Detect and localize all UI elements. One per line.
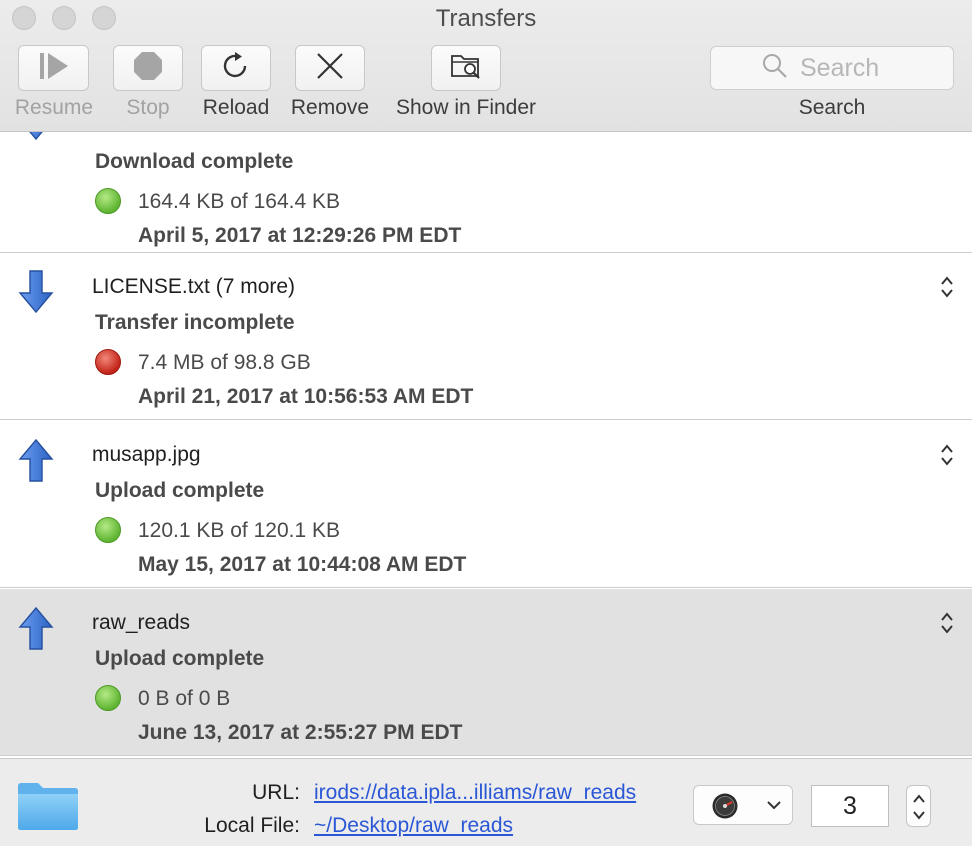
transfer-name: musapp.jpg bbox=[92, 443, 201, 466]
chevron-down-icon bbox=[766, 798, 782, 817]
search-field[interactable] bbox=[710, 46, 954, 90]
reload-label: Reload bbox=[202, 96, 270, 119]
arrow-up-icon bbox=[17, 605, 55, 651]
status-complete-indicator bbox=[95, 685, 121, 711]
transfer-size: 120.1 KB of 120.1 KB bbox=[138, 519, 340, 542]
local-file-label: Local File: bbox=[204, 814, 300, 837]
bandwidth-popup-button[interactable] bbox=[693, 785, 793, 825]
resume-label: Resume bbox=[14, 96, 94, 119]
transfer-size: 164.4 KB of 164.4 KB bbox=[138, 190, 340, 213]
arrow-down-icon bbox=[17, 132, 55, 142]
transfer-list[interactable]: Download complete 164.4 KB of 164.4 KB A… bbox=[0, 132, 972, 758]
speedometer-icon bbox=[711, 792, 739, 825]
transfer-size: 7.4 MB of 98.8 GB bbox=[138, 351, 311, 374]
up-down-chevron-icon[interactable] bbox=[938, 442, 956, 468]
reload-icon bbox=[220, 50, 252, 87]
resume-icon bbox=[37, 51, 71, 86]
show-in-finder-button[interactable] bbox=[431, 45, 501, 91]
remove-button[interactable] bbox=[295, 45, 365, 91]
transfer-row[interactable]: musapp.jpg Upload complete 120.1 KB of 1… bbox=[0, 421, 972, 588]
connections-count-stepper[interactable] bbox=[906, 785, 931, 827]
folder-icon bbox=[16, 780, 80, 837]
transfer-date: May 15, 2017 at 10:44:08 AM EDT bbox=[138, 553, 467, 576]
window-toolbar: Transfers Resume Stop Reload Remove Show… bbox=[0, 0, 972, 132]
transfer-status: Download complete bbox=[95, 150, 294, 173]
transfer-status: Upload complete bbox=[95, 479, 265, 502]
remove-label: Remove bbox=[290, 96, 370, 119]
connections-count-field[interactable]: 3 bbox=[811, 785, 889, 827]
window-title: Transfers bbox=[435, 5, 537, 32]
stop-icon bbox=[132, 50, 164, 87]
arrow-up-icon bbox=[17, 437, 55, 483]
status-complete-indicator bbox=[95, 188, 121, 214]
status-complete-indicator bbox=[95, 517, 121, 543]
up-down-chevron-icon[interactable] bbox=[938, 610, 956, 636]
up-down-chevron-icon bbox=[910, 792, 928, 827]
status-incomplete-indicator bbox=[95, 349, 121, 375]
transfer-status: Upload complete bbox=[95, 647, 265, 670]
search-input[interactable] bbox=[798, 52, 902, 84]
stop-button[interactable] bbox=[113, 45, 183, 91]
resume-button[interactable] bbox=[18, 45, 89, 91]
url-link[interactable]: irods://data.ipla...illiams/raw_reads bbox=[314, 781, 636, 805]
close-icon bbox=[314, 50, 346, 87]
transfer-name: LICENSE.txt (7 more) bbox=[92, 275, 296, 298]
transfer-date: April 5, 2017 at 12:29:26 PM EDT bbox=[138, 224, 462, 247]
transfer-row[interactable]: Download complete 164.4 KB of 164.4 KB A… bbox=[0, 132, 972, 253]
search-icon bbox=[762, 53, 788, 84]
arrow-down-icon bbox=[17, 269, 55, 315]
reload-button[interactable] bbox=[201, 45, 271, 91]
local-file-link[interactable]: ~/Desktop/raw_reads bbox=[314, 814, 513, 838]
transfer-status: Transfer incomplete bbox=[95, 311, 295, 334]
transfer-date: April 21, 2017 at 10:56:53 AM EDT bbox=[138, 385, 474, 408]
transfer-name: raw_reads bbox=[92, 611, 191, 634]
up-down-chevron-icon[interactable] bbox=[938, 274, 956, 300]
transfer-date: June 13, 2017 at 2:55:27 PM EDT bbox=[138, 721, 463, 744]
transfer-row[interactable]: raw_reads Upload complete 0 B of 0 B Jun… bbox=[0, 589, 972, 756]
transfer-row[interactable]: LICENSE.txt (7 more) Transfer incomplete… bbox=[0, 253, 972, 420]
transfer-size: 0 B of 0 B bbox=[138, 687, 231, 710]
stop-label: Stop bbox=[126, 96, 170, 119]
folder-search-icon bbox=[449, 50, 483, 87]
show-in-finder-label: Show in Finder bbox=[395, 96, 537, 119]
url-label: URL: bbox=[252, 781, 300, 804]
search-label: Search bbox=[798, 96, 866, 119]
